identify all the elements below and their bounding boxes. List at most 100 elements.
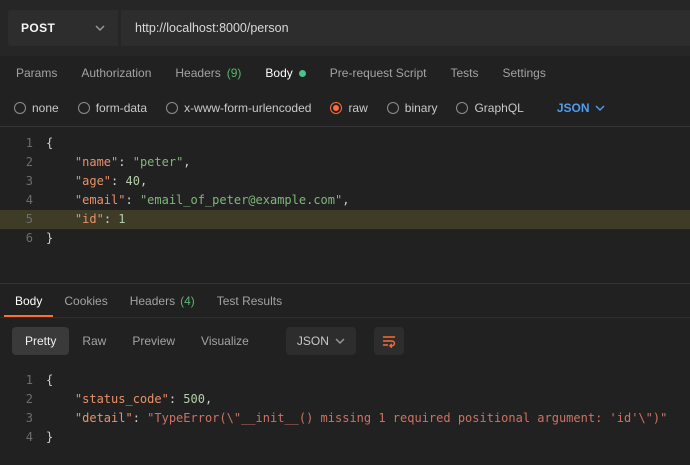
response-tab-test-results[interactable]: Test Results bbox=[206, 284, 293, 317]
chevron-down-icon bbox=[335, 338, 345, 344]
code-line[interactable]: 6} bbox=[0, 229, 690, 248]
radio-label: GraphQL bbox=[474, 101, 523, 115]
tab-label: Pre-request Script bbox=[330, 66, 427, 80]
api-client-app: POST http://localhost:8000/person Params… bbox=[0, 0, 690, 465]
tab-settings[interactable]: Settings bbox=[491, 56, 558, 90]
code-line[interactable]: 5 "id": 1 bbox=[0, 210, 690, 229]
code-text: "email": "email_of_peter@example.com", bbox=[46, 191, 349, 210]
url-text: http://localhost:8000/person bbox=[135, 21, 289, 35]
tab-pre-request-script[interactable]: Pre-request Script bbox=[318, 56, 439, 90]
tab-label: Authorization bbox=[81, 66, 151, 80]
tab-authorization[interactable]: Authorization bbox=[69, 56, 163, 90]
radio-label: none bbox=[32, 101, 59, 115]
code-text: "status_code": 500, bbox=[46, 390, 212, 409]
radio-icon bbox=[14, 102, 26, 114]
code-line[interactable]: 1{ bbox=[0, 371, 690, 390]
radio-raw[interactable]: raw bbox=[330, 101, 367, 115]
radio-icon bbox=[166, 102, 178, 114]
line-number: 3 bbox=[0, 409, 46, 428]
view-raw-button[interactable]: Raw bbox=[69, 327, 119, 355]
chevron-down-icon bbox=[595, 105, 605, 111]
radio-form-data[interactable]: form-data bbox=[78, 101, 147, 115]
tab-label: Body bbox=[265, 66, 292, 80]
wrap-text-button[interactable] bbox=[374, 327, 404, 355]
tab-tests[interactable]: Tests bbox=[438, 56, 490, 90]
radio-icon bbox=[387, 102, 399, 114]
view-label: Pretty bbox=[25, 334, 56, 348]
radio-icon bbox=[456, 102, 468, 114]
line-number: 4 bbox=[0, 191, 46, 210]
line-number: 2 bbox=[0, 153, 46, 172]
radio-selected-icon bbox=[330, 102, 342, 114]
line-number: 1 bbox=[0, 371, 46, 390]
tab-label: Settings bbox=[503, 66, 546, 80]
line-number: 5 bbox=[0, 210, 46, 229]
line-number: 6 bbox=[0, 229, 46, 248]
radio-x-www-form-urlencoded[interactable]: x-www-form-urlencoded bbox=[166, 101, 311, 115]
radio-label: form-data bbox=[96, 101, 147, 115]
view-preview-button[interactable]: Preview bbox=[119, 327, 188, 355]
response-headers-count-badge: (4) bbox=[180, 294, 195, 308]
view-label: Raw bbox=[82, 334, 106, 348]
code-text: } bbox=[46, 229, 53, 248]
code-text: { bbox=[46, 134, 53, 153]
response-tab-headers[interactable]: Headers (4) bbox=[119, 284, 206, 317]
code-text: "age": 40, bbox=[46, 172, 147, 191]
radio-label: x-www-form-urlencoded bbox=[184, 101, 311, 115]
request-bar: POST http://localhost:8000/person bbox=[0, 0, 690, 56]
url-input[interactable]: http://localhost:8000/person bbox=[121, 10, 690, 46]
radio-label: binary bbox=[405, 101, 438, 115]
code-line[interactable]: 4} bbox=[0, 428, 690, 447]
view-label: Visualize bbox=[201, 334, 249, 348]
line-number: 1 bbox=[0, 134, 46, 153]
code-text: { bbox=[46, 371, 53, 390]
body-language-dropdown[interactable]: JSON bbox=[557, 101, 605, 115]
code-text: "id": 1 bbox=[46, 210, 126, 229]
code-text: } bbox=[46, 428, 53, 447]
tab-label: Cookies bbox=[64, 294, 107, 308]
code-line[interactable]: 2 "name": "peter", bbox=[0, 153, 690, 172]
tab-headers[interactable]: Headers (9) bbox=[163, 56, 253, 90]
response-language-label: JSON bbox=[297, 334, 329, 348]
radio-binary[interactable]: binary bbox=[387, 101, 438, 115]
method-select[interactable]: POST bbox=[8, 10, 118, 46]
tab-label: Headers bbox=[175, 66, 220, 80]
text-wrap-icon bbox=[381, 333, 397, 349]
body-present-dot-icon bbox=[299, 70, 306, 77]
radio-none[interactable]: none bbox=[14, 101, 59, 115]
request-tabs: Params Authorization Headers (9) Body Pr… bbox=[0, 56, 690, 90]
chevron-down-icon bbox=[95, 25, 105, 31]
request-body-editor[interactable]: 1{2 "name": "peter",3 "age": 40,4 "email… bbox=[0, 127, 690, 283]
code-line[interactable]: 3 "age": 40, bbox=[0, 172, 690, 191]
code-line[interactable]: 4 "email": "email_of_peter@example.com", bbox=[0, 191, 690, 210]
response-body-editor[interactable]: 1{2 "status_code": 500,3 "detail": "Type… bbox=[0, 364, 690, 465]
response-tabs: Body Cookies Headers (4) Test Results bbox=[0, 283, 690, 318]
code-line[interactable]: 3 "detail": "TypeError(\"__init__() miss… bbox=[0, 409, 690, 428]
line-number: 4 bbox=[0, 428, 46, 447]
tab-label: Body bbox=[15, 294, 42, 308]
body-language-label: JSON bbox=[557, 101, 590, 115]
body-type-row: none form-data x-www-form-urlencoded raw… bbox=[0, 90, 690, 127]
radio-graphql[interactable]: GraphQL bbox=[456, 101, 523, 115]
line-number: 2 bbox=[0, 390, 46, 409]
line-number: 3 bbox=[0, 172, 46, 191]
response-toolbar: Pretty Raw Preview Visualize JSON bbox=[0, 318, 690, 364]
code-line[interactable]: 1{ bbox=[0, 134, 690, 153]
response-language-dropdown[interactable]: JSON bbox=[286, 327, 356, 355]
tab-label: Params bbox=[16, 66, 57, 80]
code-line[interactable]: 2 "status_code": 500, bbox=[0, 390, 690, 409]
response-tab-body[interactable]: Body bbox=[4, 284, 53, 317]
method-label: POST bbox=[21, 21, 55, 35]
code-text: "detail": "TypeError(\"__init__() missin… bbox=[46, 409, 667, 428]
tab-label: Tests bbox=[450, 66, 478, 80]
radio-icon bbox=[78, 102, 90, 114]
code-text: "name": "peter", bbox=[46, 153, 191, 172]
tab-label: Headers bbox=[130, 294, 175, 308]
view-visualize-button[interactable]: Visualize bbox=[188, 327, 262, 355]
tab-label: Test Results bbox=[217, 294, 282, 308]
tab-body[interactable]: Body bbox=[253, 56, 317, 90]
headers-count-badge: (9) bbox=[227, 66, 242, 80]
tab-params[interactable]: Params bbox=[4, 56, 69, 90]
response-tab-cookies[interactable]: Cookies bbox=[53, 284, 118, 317]
view-pretty-button[interactable]: Pretty bbox=[12, 327, 69, 355]
